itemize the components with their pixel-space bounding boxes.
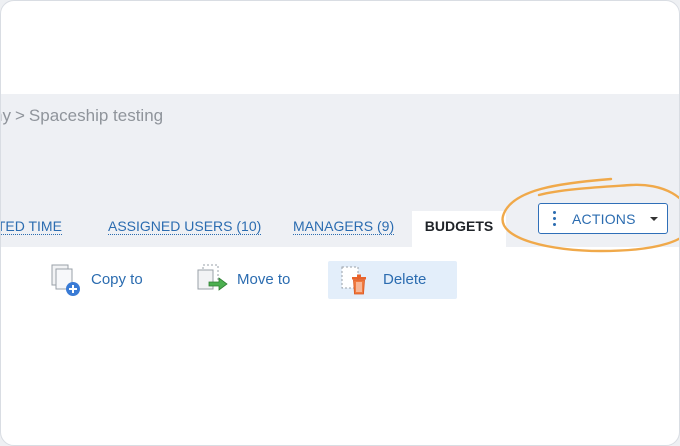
breadcrumb-separator: > — [14, 106, 25, 125]
breadcrumb: ny>Spaceship testing — [1, 106, 163, 126]
vertical-dots-icon — [553, 211, 557, 228]
caret-down-icon — [650, 217, 658, 221]
copy-to-label: Copy to — [91, 271, 143, 288]
move-icon — [197, 264, 228, 291]
delete-icon — [341, 266, 366, 295]
move-to-button[interactable]: Move to — [195, 261, 305, 299]
actions-button[interactable]: ACTIONS — [538, 203, 668, 234]
tab-label: BUDGETS — [424, 218, 494, 234]
tab-label: ASSIGNED USERS (10) — [108, 218, 262, 235]
move-to-label: Move to — [237, 271, 291, 288]
tab-label: MANAGERS (9) — [293, 218, 395, 235]
copy-icon — [51, 264, 80, 296]
delete-button[interactable]: Delete — [328, 261, 457, 299]
tab-managers[interactable]: MANAGERS (9) — [293, 211, 395, 247]
breadcrumb-previous[interactable]: ny — [1, 106, 11, 126]
tab-reported-time[interactable]: RTED TIME — [1, 211, 62, 247]
tab-label: RTED TIME — [1, 218, 62, 235]
window-frame: ny>Spaceship testing RTED TIME ASSIGNED … — [0, 0, 680, 446]
delete-label: Delete — [383, 271, 427, 288]
actions-label: ACTIONS — [572, 211, 636, 227]
breadcrumb-current: Spaceship testing — [28, 106, 164, 125]
tab-assigned-users[interactable]: ASSIGNED USERS (10) — [108, 211, 262, 247]
copy-to-button[interactable]: Copy to — [49, 261, 159, 299]
